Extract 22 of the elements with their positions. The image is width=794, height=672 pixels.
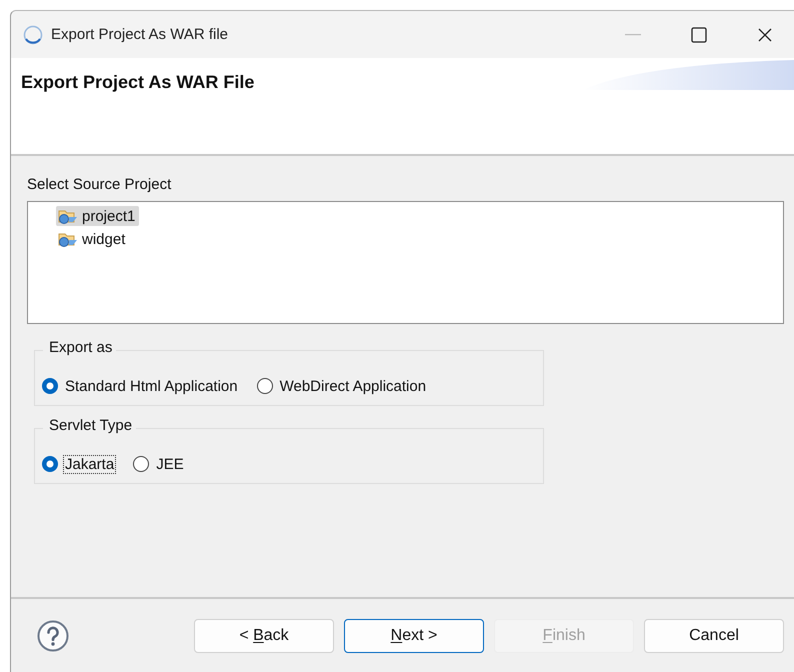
- radio-icon[interactable]: [132, 455, 150, 473]
- dialog-button[interactable]: Cancel: [644, 618, 784, 652]
- group-title: Export as: [43, 339, 116, 356]
- maximize-icon[interactable]: [691, 26, 707, 42]
- dialog-button[interactable]: Next >: [344, 618, 484, 652]
- project-item[interactable]: widget: [56, 229, 130, 249]
- radio-option[interactable]: Standard Html Application: [41, 367, 240, 405]
- help-icon[interactable]: [37, 620, 69, 652]
- page-title: Export Project As WAR File: [21, 72, 254, 93]
- window-title: Export Project As WAR file: [51, 26, 229, 43]
- dialog-button[interactable]: < Back: [194, 618, 334, 652]
- radio-option[interactable]: WebDirect Application: [256, 367, 428, 405]
- radio-option[interactable]: JEE: [132, 445, 186, 483]
- radio-option[interactable]: Jakarta: [41, 445, 116, 483]
- project-item[interactable]: project1: [56, 206, 140, 226]
- close-icon[interactable]: [757, 26, 773, 42]
- group-title: Servlet Type: [43, 417, 136, 434]
- radio-icon[interactable]: [41, 377, 59, 395]
- radio-icon[interactable]: [256, 377, 274, 395]
- radio-icon[interactable]: [41, 455, 59, 473]
- section-label: Select Source Project: [27, 176, 172, 193]
- app-logo-icon: [23, 24, 43, 44]
